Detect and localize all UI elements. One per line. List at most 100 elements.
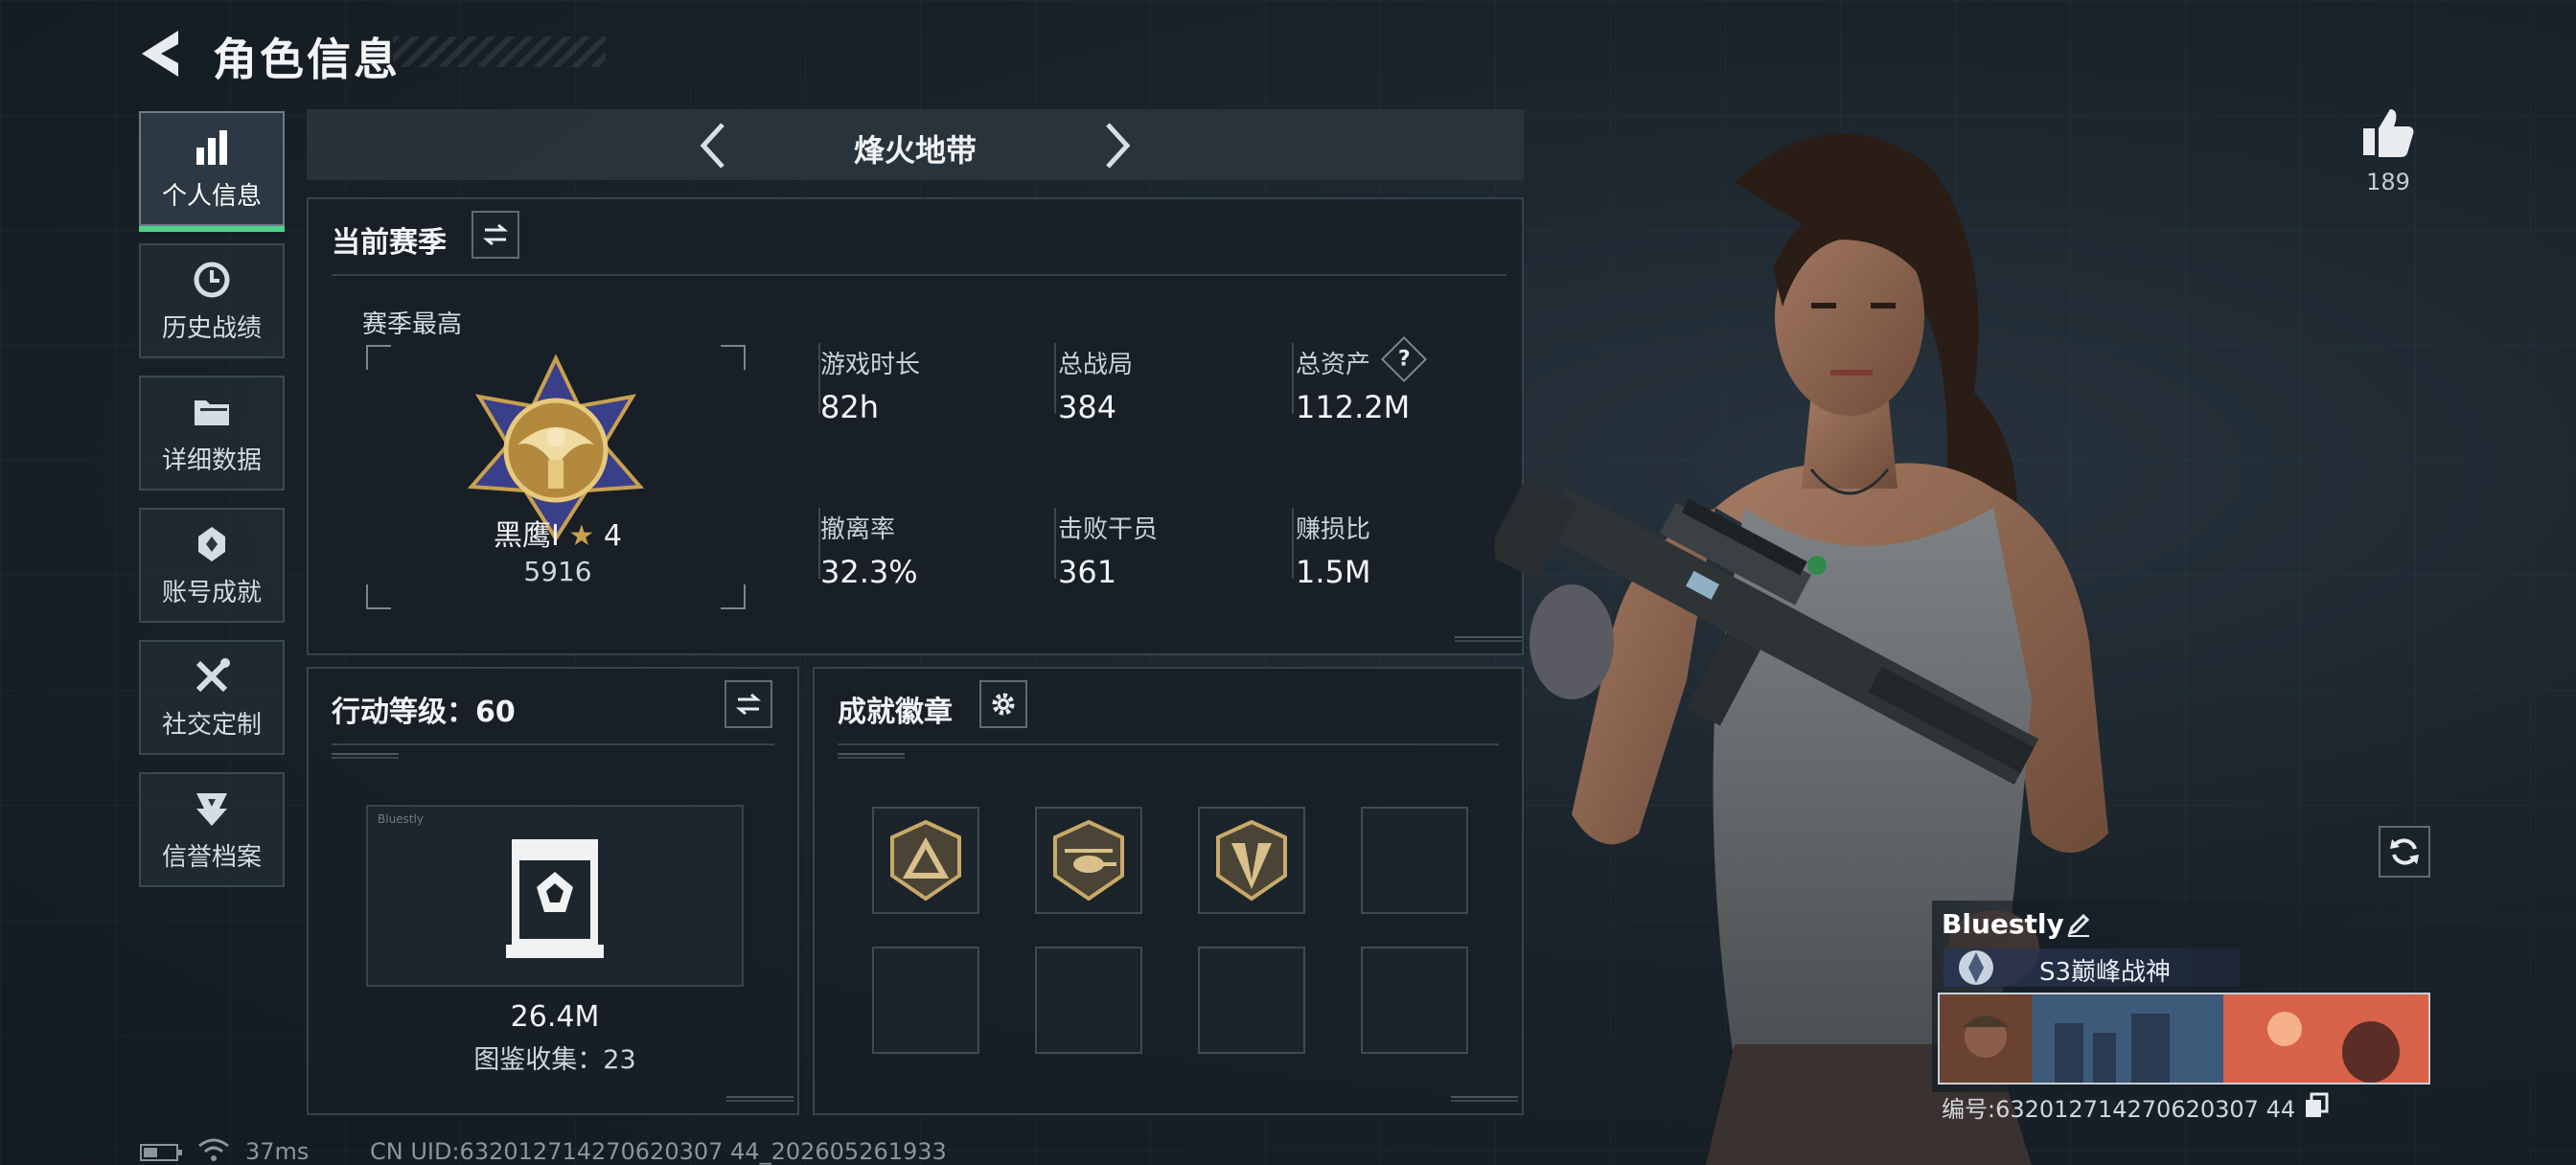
- uid-line: CN UID:632012714270620307 44_20260526193…: [370, 1138, 947, 1165]
- stat-label: 游戏时长: [820, 351, 921, 379]
- action-level-title: 行动等级：60: [332, 696, 516, 729]
- stat-label: 赚损比: [1296, 515, 1371, 544]
- stat-value: 32.3%: [820, 554, 918, 590]
- achievements-settings-button[interactable]: [979, 680, 1027, 728]
- rank-points: 5916: [523, 556, 592, 587]
- action-level-panel: 行动等级：60 Bluestly 26.4M 图鉴收集：23: [307, 667, 799, 1115]
- stat-label: 击败干员: [1058, 515, 1159, 544]
- folder-icon: [195, 400, 229, 425]
- sidebar-item-history[interactable]: 历史战绩: [139, 243, 285, 358]
- rank-name: 黑鹰Ⅰ: [494, 519, 560, 553]
- collection-card-title: Bluestly: [378, 812, 424, 826]
- collection-value: 26.4M: [510, 1000, 600, 1034]
- player-name: Bluestly: [1942, 908, 2064, 940]
- sidebar-item-label: 信誉档案: [161, 842, 262, 872]
- collection-label: 图鉴收集：23: [473, 1045, 636, 1075]
- thumbs-up-icon: [2363, 109, 2414, 157]
- banner-image: [1940, 994, 2428, 1083]
- bar-chart-icon: [196, 129, 227, 165]
- like-count: 189: [2366, 169, 2410, 195]
- profile-banner[interactable]: [1938, 993, 2430, 1085]
- arrow-emblem-icon: [1216, 820, 1287, 901]
- stat-value: 384: [1058, 389, 1117, 425]
- frame-corner: [366, 345, 391, 370]
- season-switch-button[interactable]: [472, 211, 519, 259]
- achievements-title: 成就徽章: [838, 696, 953, 729]
- stat-label: 撤离率: [820, 515, 896, 544]
- help-icon: ?: [1397, 346, 1411, 371]
- like-button[interactable]: [2359, 103, 2417, 161]
- achievement-badges-panel: 成就徽章: [813, 667, 1524, 1115]
- season-panel: 当前赛季 赛季最高 黑鹰Ⅰ ★ 4 5916 游戏时长 82h 总战局 384 …: [307, 197, 1524, 655]
- edit-name-button[interactable]: [2064, 910, 2093, 939]
- achievement-medal-icon: [198, 526, 225, 561]
- player-uid: 编号:632012714270620307 44: [1942, 1096, 2296, 1123]
- badge-slot-empty[interactable]: [1361, 947, 1468, 1054]
- helicopter-emblem-icon: [1053, 820, 1124, 901]
- ping-value: 37ms: [245, 1138, 310, 1165]
- display-case-icon: [506, 839, 604, 958]
- stat-separator: [1054, 508, 1056, 579]
- panel-decoration: [726, 1096, 794, 1102]
- page-title: 角色信息: [213, 34, 401, 85]
- sidebar-item-achievements[interactable]: 账号成就: [139, 508, 285, 623]
- triangle-emblem-icon: [890, 820, 961, 901]
- stat-label: 总战局: [1058, 351, 1134, 379]
- next-mode-button[interactable]: [1092, 119, 1140, 172]
- sidebar-item-social-custom[interactable]: 社交定制: [139, 640, 285, 755]
- sidebar-item-reputation[interactable]: 信誉档案: [139, 772, 285, 887]
- badge-slot-empty[interactable]: [1035, 947, 1142, 1054]
- rotate-model-button[interactable]: [2379, 826, 2430, 878]
- swap-arrows-icon: [735, 693, 762, 716]
- season-title: 当前赛季: [332, 226, 447, 260]
- wrench-tools-icon: [196, 657, 230, 692]
- header-decoration: [393, 36, 606, 67]
- copy-uid-button[interactable]: [2304, 1092, 2329, 1119]
- stat-separator: [1292, 343, 1294, 414]
- sidebar-item-personal-info[interactable]: 个人信息: [139, 111, 285, 232]
- badge-slot[interactable]: [872, 807, 979, 914]
- shield-chevron-icon: [196, 792, 227, 826]
- swap-arrows-icon: [482, 223, 509, 246]
- copy-icon: [2306, 1092, 2329, 1117]
- badge-slot[interactable]: [1198, 807, 1305, 914]
- sidebar-item-label: 个人信息: [161, 181, 262, 211]
- stat-value: 112.2M: [1296, 389, 1411, 425]
- help-button[interactable]: ?: [1380, 335, 1428, 383]
- season-best-label: 赛季最高: [362, 310, 463, 339]
- stat-label: 总资产: [1296, 351, 1371, 379]
- collection-card[interactable]: Bluestly: [366, 805, 744, 987]
- wifi-icon: [198, 1138, 229, 1161]
- badge-slot-empty[interactable]: [1361, 807, 1468, 914]
- mode-title: 烽火地带: [853, 132, 977, 169]
- player-title: S3巅峰战神: [2039, 958, 2172, 987]
- stat-value: 1.5M: [1296, 554, 1371, 590]
- refresh-icon: [2390, 838, 2419, 865]
- mode-tab-bar: 烽火地带: [307, 109, 1524, 180]
- pencil-icon: [2067, 913, 2090, 937]
- rank-stars: 4: [603, 519, 622, 553]
- gear-icon: [992, 693, 1015, 716]
- frame-corner: [721, 345, 746, 370]
- badge-slot[interactable]: [1035, 807, 1142, 914]
- season-divider: [332, 274, 1506, 276]
- chevron-right-icon: [1106, 123, 1131, 169]
- frame-corner: [721, 584, 746, 609]
- action-level-divider: [332, 743, 774, 745]
- panel-decoration: [838, 753, 905, 759]
- sidebar-item-label: 详细数据: [161, 445, 262, 475]
- history-clock-icon: [194, 262, 230, 297]
- stat-value: 361: [1058, 554, 1117, 590]
- stat-value: 82h: [820, 389, 879, 425]
- achievements-divider: [838, 743, 1499, 745]
- rank-line: 黑鹰Ⅰ ★ 4: [366, 512, 749, 554]
- back-arrow-icon: [142, 31, 178, 77]
- back-button[interactable]: [134, 25, 188, 82]
- sidebar-item-detailed-data[interactable]: 详细数据: [139, 376, 285, 491]
- badge-slot-empty[interactable]: [1198, 947, 1305, 1054]
- sidebar-item-label: 账号成就: [161, 578, 262, 607]
- frame-corner: [366, 584, 391, 609]
- title-emblem-icon: [1959, 950, 1993, 985]
- badge-slot-empty[interactable]: [872, 947, 979, 1054]
- action-level-switch-button[interactable]: [724, 680, 772, 728]
